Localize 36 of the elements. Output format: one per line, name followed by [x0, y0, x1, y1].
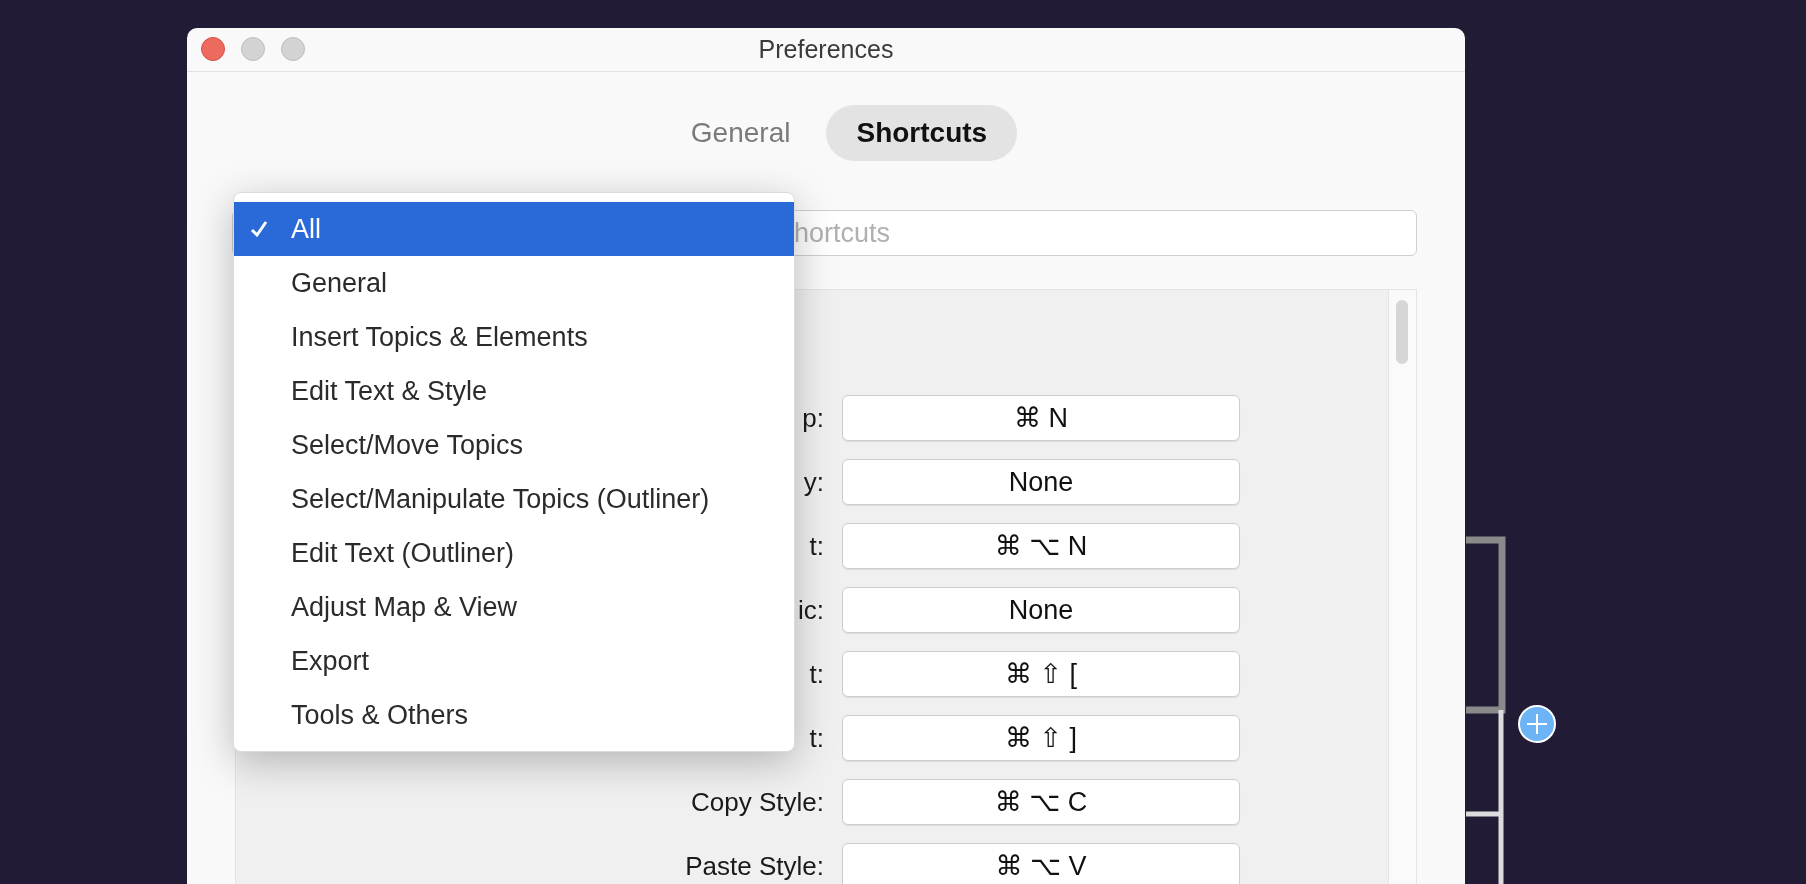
menu-item[interactable]: Adjust Map & View	[234, 580, 794, 634]
shortcut-field[interactable]: None	[842, 459, 1240, 505]
menu-item[interactable]: All	[234, 202, 794, 256]
close-icon[interactable]	[201, 37, 225, 61]
zoom-icon[interactable]	[281, 37, 305, 61]
shortcut-field[interactable]: ⌘ ⇧ [	[842, 651, 1240, 697]
shortcut-label: t:	[809, 530, 824, 563]
shortcut-field[interactable]: ⌘ ⌥ C	[842, 779, 1240, 825]
shortcut-field[interactable]: ⌘ ⇧ ]	[842, 715, 1240, 761]
minimize-icon[interactable]	[241, 37, 265, 61]
shortcut-label: Paste Style:	[685, 850, 824, 883]
shortcut-field[interactable]: ⌘ ⌥ V	[842, 843, 1240, 884]
shortcut-label: ic:	[798, 594, 824, 627]
shortcut-label: Copy Style:	[691, 786, 824, 819]
window-title: Preferences	[758, 35, 894, 64]
menu-item[interactable]: Insert Topics & Elements	[234, 310, 794, 364]
menu-item[interactable]: General	[234, 256, 794, 310]
menu-item[interactable]: Select/Move Topics	[234, 418, 794, 472]
menu-item[interactable]: Tools & Others	[234, 688, 794, 742]
shortcut-field[interactable]: ⌘ N	[842, 395, 1240, 441]
tab[interactable]: General	[660, 105, 821, 161]
menu-item[interactable]: Edit Text (Outliner)	[234, 526, 794, 580]
shortcut-label: p:	[802, 402, 824, 435]
menu-item[interactable]: Edit Text & Style	[234, 364, 794, 418]
shortcut-field[interactable]: None	[842, 587, 1240, 633]
shortcut-label: t:	[809, 722, 824, 755]
shortcut-label: t:	[809, 658, 824, 691]
shortcut-field[interactable]: ⌘ ⌥ N	[842, 523, 1240, 569]
shortcut-label: y:	[803, 466, 824, 499]
search-placeholder: hortcuts	[794, 217, 891, 249]
scrollbar-thumb[interactable]	[1396, 300, 1408, 364]
menu-item[interactable]: Select/Manipulate Topics (Outliner)	[234, 472, 794, 526]
add-icon[interactable]	[1518, 705, 1556, 743]
checkmark-icon	[249, 219, 269, 239]
menu-item[interactable]: Export	[234, 634, 794, 688]
tab[interactable]: Shortcuts	[826, 105, 1018, 161]
